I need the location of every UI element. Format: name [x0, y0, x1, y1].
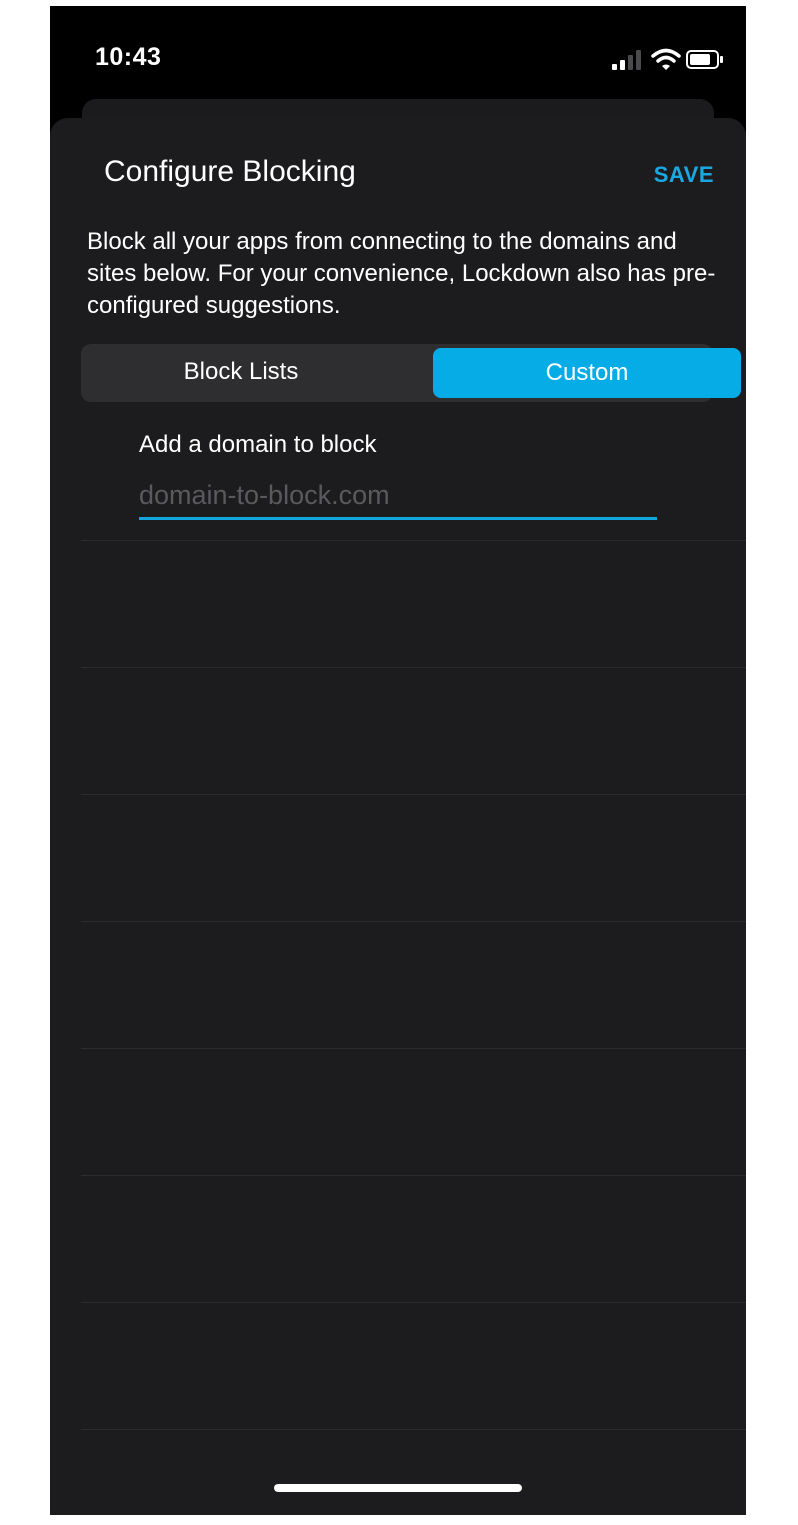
- signal-icon: [612, 50, 641, 70]
- domain-field-label: Add a domain to block: [139, 431, 377, 458]
- row-separator: [81, 1175, 746, 1176]
- segment-custom[interactable]: Custom: [433, 348, 741, 398]
- segment-block-lists[interactable]: Block Lists: [81, 344, 401, 402]
- row-separator: [81, 1048, 746, 1049]
- battery-icon: [686, 50, 723, 69]
- sheet-title: Configure Blocking: [104, 155, 356, 188]
- save-button[interactable]: SAVE: [654, 162, 714, 188]
- row-separator: [81, 794, 746, 795]
- row-separator: [81, 921, 746, 922]
- row-separator: [81, 667, 746, 668]
- domain-input[interactable]: [139, 473, 657, 520]
- segmented-control: Block Lists Custom: [81, 344, 741, 402]
- status-icons: [604, 48, 724, 74]
- description-text: Block all your apps from connecting to t…: [87, 228, 716, 319]
- status-time: 10:43: [95, 43, 162, 71]
- status-bar: 10:43: [50, 6, 746, 106]
- wifi-icon: [651, 48, 681, 70]
- home-indicator[interactable]: [274, 1484, 522, 1492]
- row-separator: [81, 1302, 746, 1303]
- row-separator: [81, 540, 746, 541]
- configure-blocking-sheet: Configure Blocking SAVE Block all your a…: [50, 118, 746, 1515]
- row-separator: [81, 1429, 746, 1430]
- phone-screen: 10:43 Configure Blocking SAVE Block all …: [50, 6, 746, 1515]
